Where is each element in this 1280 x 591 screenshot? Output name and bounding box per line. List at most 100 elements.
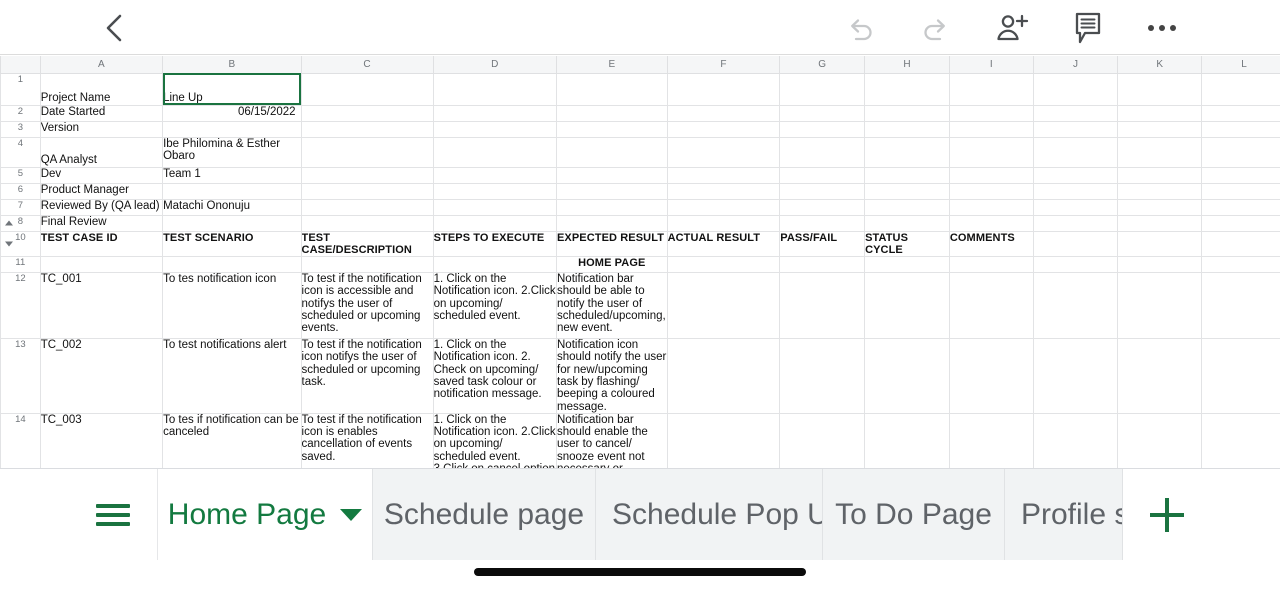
cell-k10[interactable]: [1117, 230, 1203, 258]
cell-e10[interactable]: EXPECTED RESULT: [556, 230, 668, 258]
cell-d10[interactable]: STEPS TO EXECUTE: [432, 230, 558, 258]
undo-button[interactable]: [836, 6, 884, 50]
cell-k13[interactable]: [1117, 338, 1203, 414]
cell-a3[interactable]: Version: [39, 120, 164, 138]
row-header-10[interactable]: 10: [0, 230, 41, 258]
all-sheets-menu-button[interactable]: [69, 469, 158, 561]
cell-k8[interactable]: [1117, 214, 1203, 232]
cell-a10[interactable]: TEST CASE ID: [39, 230, 164, 258]
cell-i10[interactable]: COMMENTS: [948, 230, 1034, 258]
row-header-5[interactable]: 5: [0, 166, 41, 184]
row-header-1[interactable]: 1: [0, 72, 41, 106]
cell-h3[interactable]: [864, 120, 950, 138]
add-sheet-button[interactable]: [1123, 469, 1211, 561]
cell-l10[interactable]: [1201, 230, 1280, 258]
cell-e12[interactable]: Notification bar should be able to notif…: [556, 272, 668, 340]
cell-d1[interactable]: [432, 72, 558, 106]
cell-e11[interactable]: HOME PAGE: [556, 256, 668, 274]
column-header-a[interactable]: A: [39, 56, 164, 74]
cell-c5[interactable]: [300, 166, 434, 184]
select-all-corner[interactable]: [0, 56, 41, 74]
cell-j8[interactable]: [1032, 214, 1119, 232]
cell-c11[interactable]: [300, 256, 434, 274]
cell-i3[interactable]: [948, 120, 1034, 138]
cell-b1[interactable]: Line Up: [162, 72, 302, 106]
cell-e6[interactable]: [556, 182, 668, 200]
row-header-3[interactable]: 3: [0, 120, 41, 138]
cell-l2[interactable]: [1201, 104, 1280, 122]
cell-g10[interactable]: PASS/FAIL: [779, 230, 866, 258]
cell-k7[interactable]: [1117, 198, 1203, 216]
cell-l3[interactable]: [1201, 120, 1280, 138]
cell-h10[interactable]: STATUS CYCLE: [864, 230, 950, 258]
cell-l11[interactable]: [1201, 256, 1280, 274]
cell-f11[interactable]: [666, 256, 781, 274]
column-header-j[interactable]: J: [1032, 56, 1119, 74]
cell-i4[interactable]: [948, 136, 1034, 168]
cell-j14[interactable]: [1032, 412, 1119, 468]
column-header-e[interactable]: E: [556, 56, 668, 74]
cell-a8[interactable]: Final Review: [39, 214, 164, 232]
cell-f10[interactable]: ACTUAL RESULT: [666, 230, 781, 258]
cell-k11[interactable]: [1117, 256, 1203, 274]
cell-k2[interactable]: [1117, 104, 1203, 122]
row-header-2[interactable]: 2: [0, 104, 41, 122]
back-button[interactable]: [92, 7, 136, 49]
row-header-4[interactable]: 4: [0, 136, 41, 168]
cell-f14[interactable]: [666, 412, 781, 468]
row-header-12[interactable]: 12: [0, 272, 41, 340]
cell-f3[interactable]: [666, 120, 781, 138]
cell-g5[interactable]: [779, 166, 866, 184]
cell-g14[interactable]: [779, 412, 866, 468]
cell-d4[interactable]: [432, 136, 558, 168]
cell-j13[interactable]: [1032, 338, 1119, 414]
cell-f4[interactable]: [666, 136, 781, 168]
cell-f12[interactable]: [666, 272, 781, 340]
cell-i1[interactable]: [948, 72, 1034, 106]
cell-d12[interactable]: 1. Click on the Notification icon. 2.Cli…: [432, 272, 558, 340]
cell-a12[interactable]: TC_001: [39, 272, 164, 340]
sheet-tab-schedule-pop-up[interactable]: Schedule Pop U: [596, 469, 823, 561]
sheet-tab-to-do-page[interactable]: To Do Page: [823, 469, 1005, 561]
cell-b12[interactable]: To tes notification icon: [162, 272, 302, 340]
cell-d11[interactable]: [432, 256, 558, 274]
cell-i13[interactable]: [948, 338, 1034, 414]
cell-a14[interactable]: TC_003: [39, 412, 164, 468]
cell-a6[interactable]: Product Manager: [39, 182, 164, 200]
row-header-11[interactable]: 11: [0, 256, 41, 274]
more-options-button[interactable]: [1138, 6, 1186, 50]
cell-g6[interactable]: [779, 182, 866, 200]
cell-f8[interactable]: [666, 214, 781, 232]
redo-button[interactable]: [912, 6, 960, 50]
cell-e7[interactable]: [556, 198, 668, 216]
cell-k14[interactable]: [1117, 412, 1203, 468]
cell-l14[interactable]: [1201, 412, 1280, 468]
cell-j2[interactable]: [1032, 104, 1119, 122]
cell-e8[interactable]: [556, 214, 668, 232]
row-header-6[interactable]: 6: [0, 182, 41, 200]
cell-b13[interactable]: To test notifications alert: [162, 338, 302, 414]
cell-h4[interactable]: [864, 136, 950, 168]
cell-c2[interactable]: [300, 104, 434, 122]
cell-a1[interactable]: Project Name: [39, 72, 164, 106]
cell-h2[interactable]: [864, 104, 950, 122]
cell-b8[interactable]: [162, 214, 302, 232]
cell-g3[interactable]: [779, 120, 866, 138]
cell-d8[interactable]: [432, 214, 558, 232]
cell-k4[interactable]: [1117, 136, 1203, 168]
cell-j7[interactable]: [1032, 198, 1119, 216]
cell-c6[interactable]: [300, 182, 434, 200]
column-header-i[interactable]: I: [948, 56, 1034, 74]
cell-f13[interactable]: [666, 338, 781, 414]
cell-b2[interactable]: 06/15/2022: [162, 104, 302, 122]
cell-l13[interactable]: [1201, 338, 1280, 414]
cell-l12[interactable]: [1201, 272, 1280, 340]
cell-i7[interactable]: [948, 198, 1034, 216]
row-header-8[interactable]: 8: [0, 214, 41, 232]
cell-k3[interactable]: [1117, 120, 1203, 138]
cell-g11[interactable]: [779, 256, 866, 274]
cell-g13[interactable]: [779, 338, 866, 414]
cell-j4[interactable]: [1032, 136, 1119, 168]
cell-l1[interactable]: [1201, 72, 1280, 106]
cell-h13[interactable]: [864, 338, 950, 414]
